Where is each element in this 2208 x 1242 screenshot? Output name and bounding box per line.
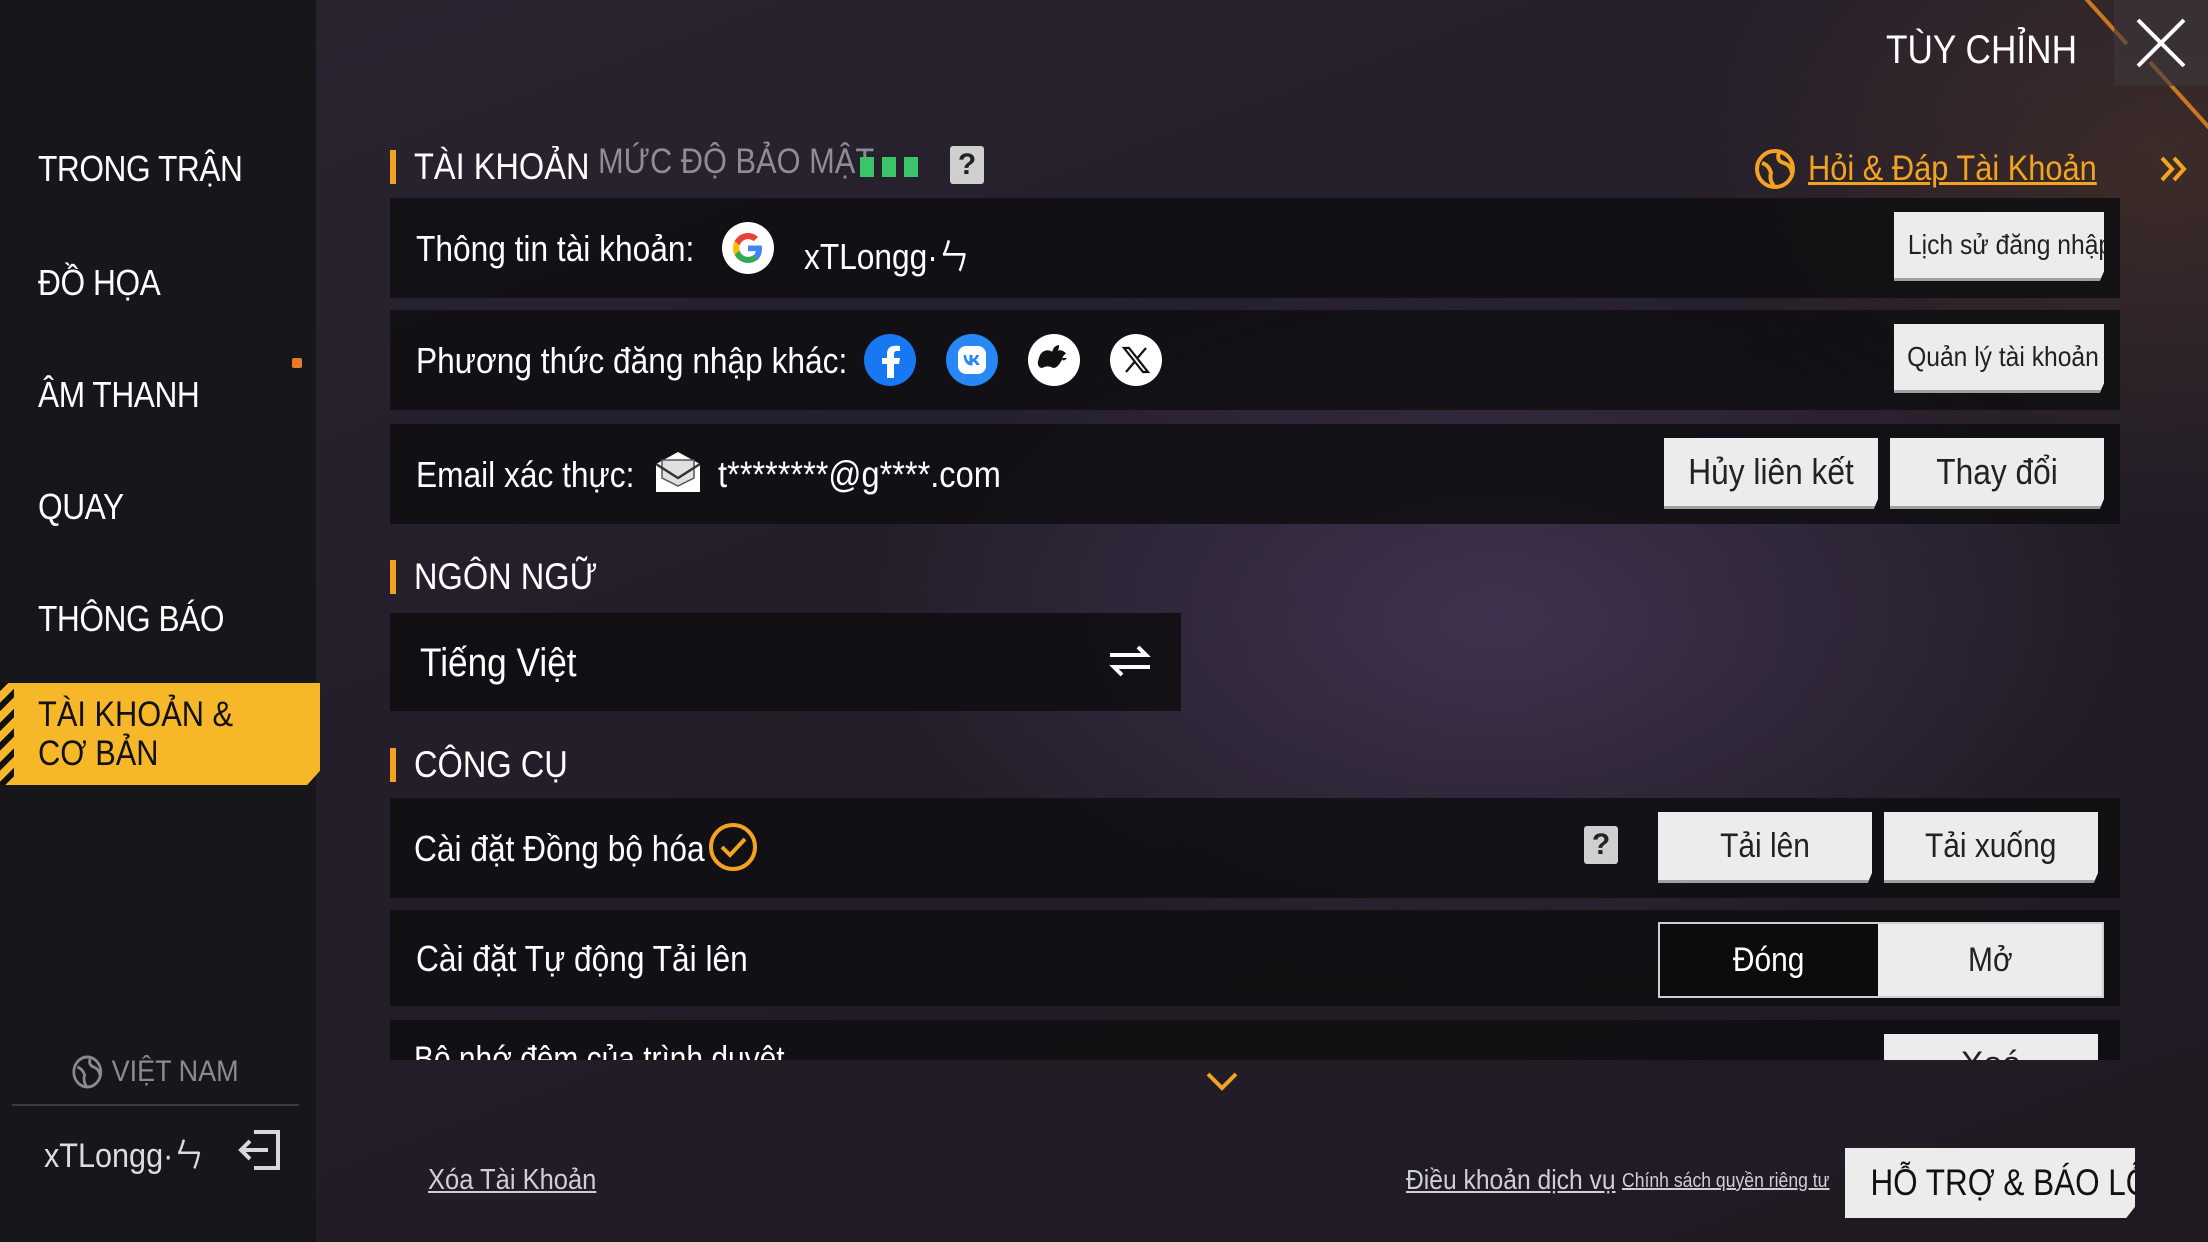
account-section-header: TÀI KHOẢN bbox=[390, 146, 613, 188]
upload-label: Tải lên bbox=[1720, 827, 1810, 865]
email-label: Email xác thực: bbox=[416, 454, 635, 495]
region-selector[interactable]: VIỆT NAM bbox=[72, 1055, 239, 1089]
section-marker bbox=[390, 150, 396, 184]
other-login-label: Phương thức đăng nhập khác: bbox=[416, 340, 848, 381]
notification-dot bbox=[292, 358, 302, 368]
sidebar: TRONG TRẬN ĐỒ HỌA ÂM THANH QUAY THÔNG BÁ… bbox=[0, 0, 320, 1242]
auto-upload-label: Cài đặt Tự động Tải lên bbox=[416, 938, 748, 979]
security-help-icon[interactable]: ? bbox=[950, 146, 984, 184]
faq-link-label: Hỏi & Đáp Tài Khoản bbox=[1808, 149, 2097, 188]
sidebar-username: xTLongg·ㄣ bbox=[44, 1137, 204, 1175]
close-button[interactable] bbox=[2114, 0, 2208, 86]
security-bar bbox=[860, 157, 874, 177]
sidebar-item-in-match[interactable]: TRONG TRẬN bbox=[38, 148, 243, 190]
login-history-label: Lịch sử đăng nhập bbox=[1907, 229, 2113, 260]
download-label: Tải xuống bbox=[1925, 827, 2057, 865]
tools-section-header: CÔNG CỤ bbox=[390, 744, 589, 786]
auto-upload-toggle[interactable]: Đóng Mở bbox=[1658, 922, 2104, 998]
apple-icon[interactable] bbox=[1028, 334, 1080, 386]
delete-account-link[interactable]: Xóa Tài Khoản bbox=[428, 1164, 596, 1197]
browser-cache-label: Bộ nhớ đệm của trình duyệt bbox=[414, 1040, 785, 1060]
envelope-icon bbox=[655, 452, 701, 492]
language-section-title: NGÔN NGỮ bbox=[414, 556, 598, 597]
language-selector[interactable]: Tiếng Việt bbox=[390, 613, 1181, 711]
browser-cache-row: Bộ nhớ đệm của trình duyệt Xoá bbox=[390, 1020, 2120, 1060]
language-current: Tiếng Việt bbox=[420, 641, 577, 685]
support-report-button[interactable]: HỖ TRỢ & BÁO LỖI bbox=[1845, 1148, 2135, 1218]
change-label: Thay đổi bbox=[1936, 451, 2058, 492]
sidebar-item-sound[interactable]: ÂM THANH bbox=[38, 374, 200, 416]
globe-icon bbox=[72, 1055, 103, 1089]
security-bar bbox=[904, 157, 918, 177]
sync-settings-row: Cài đặt Đồng bộ hóa ? Tải lên Tải xuống bbox=[390, 798, 2120, 898]
region-label: VIỆT NAM bbox=[111, 1055, 239, 1088]
sync-help-icon[interactable]: ? bbox=[1584, 826, 1618, 864]
other-login-row: Phương thức đăng nhập khác: Quản lý tài … bbox=[390, 310, 2120, 410]
support-label: HỖ TRỢ & BÁO LỖI bbox=[1870, 1162, 2159, 1203]
sidebar-item-notifications[interactable]: THÔNG BÁO bbox=[38, 598, 225, 640]
clear-cache-button[interactable]: Xoá bbox=[1884, 1034, 2098, 1060]
security-bar bbox=[882, 157, 896, 177]
x-icon[interactable] bbox=[1110, 334, 1162, 386]
terms-of-service-link[interactable]: Điều khoản dịch vụ bbox=[1406, 1164, 1616, 1196]
swap-icon bbox=[1109, 645, 1151, 677]
email-value: t********@g****.com bbox=[718, 454, 1001, 495]
sync-label: Cài đặt Đồng bộ hóa bbox=[414, 828, 705, 869]
section-marker bbox=[390, 560, 396, 594]
page-title: TÙY CHỈNH bbox=[1886, 28, 2078, 72]
vk-icon[interactable] bbox=[946, 334, 998, 386]
toggle-off-option[interactable]: Đóng bbox=[1660, 924, 1878, 996]
account-name: xTLongg·ㄣ bbox=[804, 236, 970, 277]
manage-account-button[interactable]: Quản lý tài khoản bbox=[1894, 324, 2104, 393]
account-info-row: Thông tin tài khoản: xTLongg·ㄣ Lịch sử đ… bbox=[390, 198, 2120, 298]
checkmark-icon bbox=[709, 823, 757, 871]
account-section-title: TÀI KHOẢN bbox=[414, 146, 590, 187]
double-chevron-right-icon bbox=[2160, 156, 2187, 182]
globe-icon bbox=[1755, 149, 1795, 189]
upload-button[interactable]: Tải lên bbox=[1658, 812, 1872, 883]
account-faq-link[interactable]: Hỏi & Đáp Tài Khoản bbox=[1754, 148, 2190, 190]
sidebar-divider bbox=[12, 1104, 299, 1106]
unlink-email-button[interactable]: Hủy liên kết bbox=[1664, 438, 1878, 509]
sidebar-item-graphics[interactable]: ĐỒ HỌA bbox=[38, 262, 161, 304]
chevron-down-icon[interactable] bbox=[1204, 1070, 1240, 1094]
sidebar-item-record[interactable]: QUAY bbox=[38, 486, 124, 528]
change-email-button[interactable]: Thay đổi bbox=[1890, 438, 2104, 509]
login-history-button[interactable]: Lịch sử đăng nhập bbox=[1894, 212, 2104, 281]
email-row: Email xác thực: t********@g****.com Hủy … bbox=[390, 424, 2120, 524]
security-level-bars bbox=[860, 157, 918, 177]
google-icon bbox=[722, 222, 774, 274]
close-icon bbox=[2136, 18, 2186, 68]
tools-section-title: CÔNG CỤ bbox=[414, 744, 568, 785]
facebook-icon[interactable] bbox=[864, 334, 916, 386]
unlink-label: Hủy liên kết bbox=[1688, 451, 1854, 492]
sidebar-item-label: TÀI KHOẢN & CƠ BẢN bbox=[38, 695, 234, 773]
download-button[interactable]: Tải xuống bbox=[1884, 812, 2098, 883]
privacy-policy-link[interactable]: Chính sách quyền riêng tư bbox=[1622, 1170, 1829, 1193]
language-section-header: NGÔN NGỮ bbox=[390, 556, 622, 598]
toggle-on-option[interactable]: Mở bbox=[1878, 924, 2102, 996]
account-info-label: Thông tin tài khoản: bbox=[416, 228, 695, 269]
section-marker bbox=[390, 748, 396, 782]
active-stripes bbox=[0, 683, 14, 785]
logout-icon[interactable] bbox=[234, 1124, 286, 1176]
toggle-on-label: Mở bbox=[1967, 940, 2013, 979]
sidebar-item-account-basic[interactable]: TÀI KHOẢN & CƠ BẢN bbox=[0, 683, 320, 785]
security-level-label: MỨC ĐỘ BẢO MẬT bbox=[598, 142, 875, 181]
toggle-off-label: Đóng bbox=[1733, 940, 1805, 979]
manage-account-label: Quản lý tài khoản bbox=[1907, 341, 2099, 372]
